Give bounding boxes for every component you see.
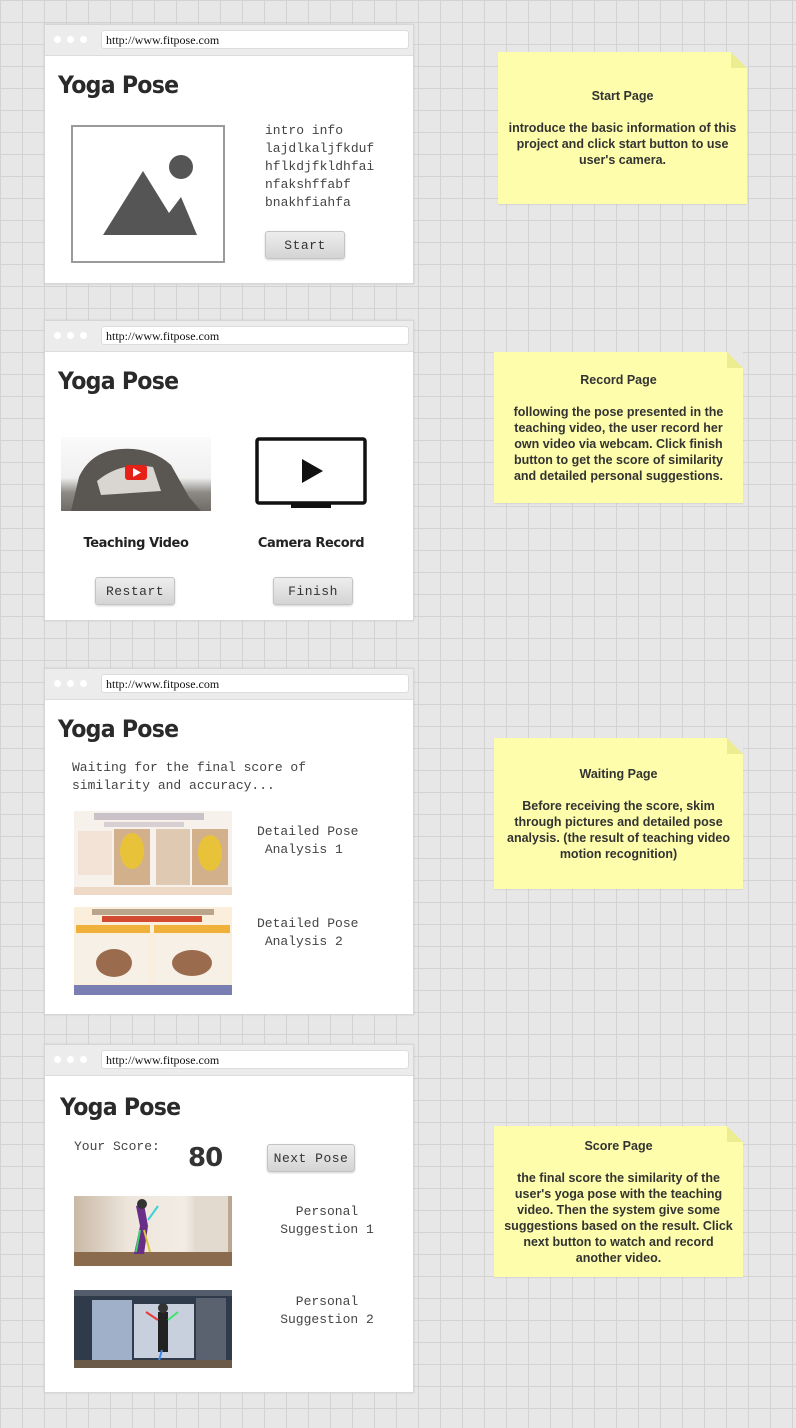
teaching-video-thumbnail[interactable] [61, 437, 211, 511]
window-dot[interactable] [80, 1056, 87, 1063]
note-body: the final score the similarity of the us… [504, 1171, 733, 1265]
note-title: Score Page [584, 1139, 653, 1153]
image-placeholder-icon [71, 125, 225, 263]
note-title: Record Page [580, 373, 657, 387]
note-body: Before receiving the score, skim through… [507, 799, 730, 861]
record-page-note: Record Page following the pose presented… [494, 352, 743, 503]
window-dot[interactable] [67, 332, 74, 339]
note-fold [727, 1126, 743, 1142]
note-title: Start Page [591, 89, 654, 103]
note-fold [727, 352, 743, 368]
pose-analysis-label-1: Detailed Pose Analysis 1 [257, 824, 359, 857]
window-dot[interactable] [67, 680, 74, 687]
intro-text: intro info lajdlkaljfkduf hflkdjfkldhfai… [265, 123, 375, 210]
page-title: Yoga Pose [58, 71, 179, 99]
address-bar[interactable]: http://www.fitpose.com [101, 30, 409, 49]
pose-analysis-image-1[interactable] [74, 811, 232, 895]
window-dot[interactable] [67, 36, 74, 43]
waiting-page-window: http://www.fitpose.com Yoga Pose Waiting… [44, 668, 414, 1015]
note-fold [731, 52, 747, 68]
waiting-message: Waiting for the final score of similarit… [72, 760, 307, 793]
camera-record-caption: Camera Record [257, 536, 365, 551]
window-dot[interactable] [54, 332, 61, 339]
window-dot[interactable] [80, 36, 87, 43]
score-page-window: http://www.fitpose.com Yoga Pose Your Sc… [44, 1044, 414, 1393]
address-bar[interactable]: http://www.fitpose.com [101, 1050, 409, 1069]
page-title: Yoga Pose [60, 1093, 181, 1121]
personal-suggestion-1: Personal Suggestion 1 [280, 1204, 374, 1237]
restart-button[interactable]: Restart [95, 577, 175, 605]
record-page-window: http://www.fitpose.com Yoga Pose Teachin… [44, 320, 414, 621]
score-value: 80 [188, 1143, 223, 1173]
suggestion-image-1[interactable] [74, 1196, 232, 1266]
page-title: Yoga Pose [58, 367, 179, 395]
window-dot[interactable] [80, 332, 87, 339]
window-controls [54, 680, 87, 687]
browser-bar: http://www.fitpose.com [45, 1045, 413, 1076]
pose-analysis-label-2: Detailed Pose Analysis 2 [257, 916, 359, 949]
next-pose-button[interactable]: Next Pose [267, 1144, 355, 1172]
address-bar[interactable]: http://www.fitpose.com [101, 326, 409, 345]
waiting-page-note: Waiting Page Before receiving the score,… [494, 738, 743, 889]
note-title: Waiting Page [579, 767, 658, 781]
browser-bar: http://www.fitpose.com [45, 25, 413, 56]
window-dot[interactable] [54, 680, 61, 687]
window-dot[interactable] [54, 1056, 61, 1063]
browser-bar: http://www.fitpose.com [45, 669, 413, 700]
window-dot[interactable] [67, 1056, 74, 1063]
monitor-icon[interactable] [255, 437, 367, 513]
window-dot[interactable] [80, 680, 87, 687]
note-body: introduce the basic information of this … [508, 121, 737, 167]
window-controls [54, 36, 87, 43]
window-controls [54, 1056, 87, 1063]
teaching-video-caption: Teaching Video [83, 536, 189, 551]
note-fold [727, 738, 743, 754]
page-title: Yoga Pose [58, 715, 179, 743]
score-page-note: Score Page the final score the similarit… [494, 1126, 743, 1277]
window-controls [54, 332, 87, 339]
window-dot[interactable] [54, 36, 61, 43]
start-page-note: Start Page introduce the basic informati… [498, 52, 747, 204]
finish-button[interactable]: Finish [273, 577, 353, 605]
score-label: Your Score: [74, 1139, 160, 1154]
start-button[interactable]: Start [265, 231, 345, 259]
start-page-window: http://www.fitpose.com Yoga Pose intro i… [44, 24, 414, 284]
address-bar[interactable]: http://www.fitpose.com [101, 674, 409, 693]
suggestion-image-2[interactable] [74, 1290, 232, 1368]
note-body: following the pose presented in the teac… [513, 405, 724, 483]
pose-analysis-image-2[interactable] [74, 907, 232, 995]
browser-bar: http://www.fitpose.com [45, 321, 413, 352]
personal-suggestion-2: Personal Suggestion 2 [280, 1294, 374, 1327]
